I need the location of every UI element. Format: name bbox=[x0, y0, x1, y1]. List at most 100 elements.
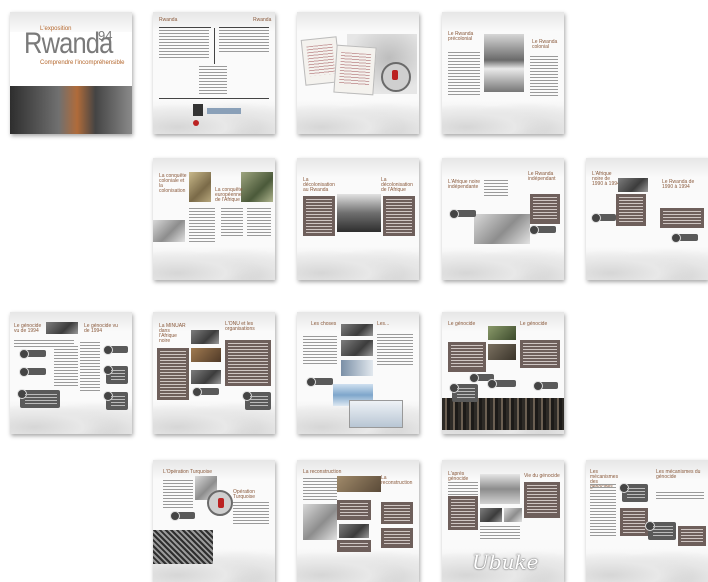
text-block bbox=[303, 478, 337, 500]
page-thumbnail-6[interactable]: La décolonisation au Rwanda La décolonis… bbox=[297, 158, 419, 280]
historical-photo bbox=[339, 524, 369, 538]
page-title: L'Afrique noire indépendante bbox=[448, 179, 481, 190]
divider bbox=[219, 27, 269, 28]
page-thumbnail-15[interactable]: L'après génocide Vie du génocide Ubuke bbox=[442, 460, 564, 582]
info-icon bbox=[103, 365, 113, 375]
divider bbox=[159, 98, 269, 99]
page-thumbnail-14[interactable]: La reconstruction La reconstruction bbox=[297, 460, 419, 582]
text-panel bbox=[448, 496, 478, 530]
page-title-right: Rwanda bbox=[253, 17, 272, 23]
historical-photo bbox=[241, 172, 273, 202]
text-panel bbox=[448, 342, 486, 372]
info-icon bbox=[533, 381, 543, 391]
historical-photo bbox=[191, 330, 219, 344]
historical-photo bbox=[480, 474, 520, 504]
page-title: Rwanda bbox=[159, 17, 178, 23]
globe-icon[interactable] bbox=[207, 490, 233, 516]
page-thumbnail-16[interactable]: Les mécanismes des génocides Les mécanis… bbox=[586, 460, 708, 582]
historical-photo bbox=[191, 348, 221, 362]
logo bbox=[207, 108, 241, 114]
divider bbox=[214, 28, 215, 64]
historical-photo bbox=[618, 178, 648, 192]
text-panel bbox=[157, 348, 189, 400]
text-block bbox=[303, 336, 337, 366]
page-thumbnail-3[interactable] bbox=[297, 12, 419, 134]
archive-photo bbox=[153, 530, 213, 564]
historical-photo bbox=[484, 34, 524, 92]
info-button[interactable] bbox=[306, 377, 333, 387]
info-button[interactable] bbox=[19, 367, 46, 377]
info-button[interactable] bbox=[529, 225, 556, 235]
text-block bbox=[221, 208, 243, 238]
info-panel[interactable] bbox=[103, 391, 128, 410]
document-image bbox=[349, 400, 403, 428]
cover-year: 94 bbox=[98, 28, 113, 43]
info-panel[interactable] bbox=[103, 365, 128, 384]
page-thumbnail-2[interactable]: Rwanda Rwanda bbox=[153, 12, 275, 134]
page-thumbnail-13[interactable]: L'Opération Turquoise Opération Turquois… bbox=[153, 460, 275, 582]
info-panel[interactable] bbox=[645, 521, 676, 540]
page-title-right: La reconstruction bbox=[381, 475, 413, 486]
page-title-right: L'ONU et les organisations bbox=[225, 321, 255, 332]
info-button[interactable] bbox=[533, 381, 558, 391]
page-thumbnail-9[interactable]: Le génocide vu de 1994 Le génocide vu de… bbox=[10, 312, 132, 434]
info-button[interactable] bbox=[19, 349, 46, 359]
text-panel bbox=[520, 340, 560, 368]
page-thumbnail-10[interactable]: La MINUAR dans l'Afrique noire L'ONU et … bbox=[153, 312, 275, 434]
document-image bbox=[333, 44, 377, 96]
page-title: La conquête coloniale et la colonisation bbox=[159, 173, 187, 194]
text-block bbox=[590, 484, 616, 538]
historical-photo bbox=[474, 214, 530, 244]
historical-photo bbox=[341, 360, 373, 376]
info-button[interactable] bbox=[192, 387, 219, 397]
info-icon bbox=[192, 387, 202, 397]
text-block bbox=[656, 492, 704, 500]
text-block bbox=[159, 30, 209, 60]
page-title: La MINUAR dans l'Afrique noire bbox=[159, 323, 186, 344]
historical-photo bbox=[303, 504, 337, 540]
logo bbox=[193, 120, 199, 126]
page-title: Le génocide bbox=[448, 321, 476, 327]
text-panel bbox=[381, 528, 413, 548]
historical-photo bbox=[488, 344, 516, 360]
page-thumbnail-7[interactable]: L'Afrique noire indépendante Le Rwanda i… bbox=[442, 158, 564, 280]
info-panel[interactable] bbox=[619, 483, 648, 502]
page-thumbnail-8[interactable]: L'Afrique noire de 1990 à 1994 Le Rwanda… bbox=[586, 158, 708, 280]
info-icon bbox=[487, 379, 497, 389]
info-button[interactable] bbox=[103, 345, 128, 355]
text-panel bbox=[337, 500, 371, 520]
historical-photo bbox=[341, 324, 373, 336]
info-button[interactable] bbox=[449, 209, 476, 219]
info-icon bbox=[645, 521, 655, 531]
globe-icon[interactable] bbox=[381, 62, 411, 92]
info-button[interactable] bbox=[170, 511, 195, 521]
page-thumbnail-12[interactable]: Le génocide Le génocide bbox=[442, 312, 564, 434]
info-panel[interactable] bbox=[242, 391, 271, 410]
page-title-right: La conquête européenne de l'Afrique bbox=[215, 187, 243, 203]
page-thumbnail-cover[interactable]: L'exposition Rwanda 94 Comprendre l'inco… bbox=[10, 12, 132, 134]
search-icon bbox=[671, 233, 681, 243]
historical-photo bbox=[341, 340, 373, 356]
page-title-right: Les... bbox=[377, 321, 390, 327]
page-thumbnail-5[interactable]: La conquête coloniale et la colonisation… bbox=[153, 158, 275, 280]
historical-photo bbox=[46, 322, 78, 334]
logo bbox=[193, 104, 203, 116]
text-panel bbox=[225, 340, 271, 386]
info-panel[interactable] bbox=[449, 383, 478, 402]
text-block bbox=[377, 334, 413, 366]
info-icon bbox=[591, 213, 601, 223]
info-icon bbox=[306, 377, 316, 387]
page-thumbnail-4[interactable]: Le Rwanda précolonial Le Rwanda colonial bbox=[442, 12, 564, 134]
info-panel[interactable] bbox=[17, 389, 60, 408]
page-title-right: Les mécanismes du génocide bbox=[656, 469, 701, 480]
map-image bbox=[189, 172, 211, 202]
info-icon bbox=[19, 367, 29, 377]
historical-photo bbox=[504, 508, 522, 522]
info-button[interactable] bbox=[591, 213, 616, 223]
page-thumbnail-11[interactable]: Les choses Les... bbox=[297, 312, 419, 434]
info-button[interactable] bbox=[487, 379, 516, 389]
search-button[interactable] bbox=[671, 233, 698, 243]
page-title: L'Opération Turquoise bbox=[163, 469, 213, 475]
text-block bbox=[247, 208, 271, 238]
text-block bbox=[54, 346, 78, 386]
